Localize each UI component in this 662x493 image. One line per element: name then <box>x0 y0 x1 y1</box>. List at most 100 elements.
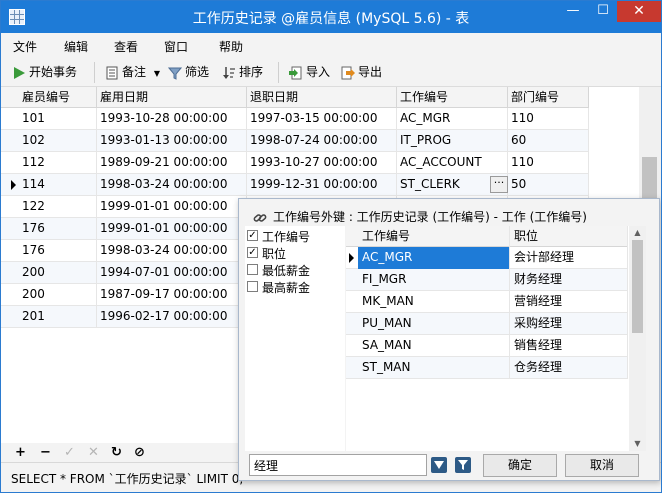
table-cell[interactable]: 1999-12-31 00:00:00 <box>247 174 397 196</box>
sort-button[interactable]: 排序 <box>222 64 263 82</box>
reference-row[interactable]: AC_MGR 会计部经理 <box>346 247 628 269</box>
apply-changes-button[interactable]: ✓ <box>64 445 75 460</box>
field-checkbox-item[interactable]: ✓ 职位 <box>247 245 343 262</box>
refresh-button[interactable]: ↻ <box>111 445 122 460</box>
table-cell[interactable]: 50 <box>508 174 589 196</box>
table-cell[interactable]: 102 <box>19 130 97 152</box>
table-cell[interactable]: 1996-02-17 00:00:00 <box>97 306 247 328</box>
minimize-button[interactable]: — <box>559 1 587 22</box>
table-cell[interactable]: 1993-10-27 00:00:00 <box>247 152 397 174</box>
reference-cell[interactable]: PU_MAN <box>358 313 510 335</box>
reference-cell[interactable]: 仓务经理 <box>510 357 628 379</box>
begin-transaction-button[interactable]: 开始事务 <box>12 64 77 82</box>
table-cell[interactable]: 1989-09-21 00:00:00 <box>97 152 247 174</box>
table-cell[interactable]: 1993-01-13 00:00:00 <box>97 130 247 152</box>
column-header[interactable]: 职位 <box>510 226 628 247</box>
menu-view[interactable]: 查看 <box>114 38 138 55</box>
menu-window[interactable]: 窗口 <box>164 38 188 55</box>
reference-row[interactable]: FI_MGR 财务经理 <box>346 269 628 291</box>
menu-edit[interactable]: 编辑 <box>64 38 88 55</box>
checkbox-checked-icon[interactable]: ✓ <box>247 230 258 241</box>
table-cell[interactable]: 101 <box>19 108 97 130</box>
table-cell[interactable]: 1998-03-24 00:00:00 <box>97 174 247 196</box>
table-row[interactable]: 101 1993-10-28 00:00:00 1997-03-15 00:00:0… <box>1 108 589 130</box>
table-cell[interactable]: 176 <box>19 240 97 262</box>
table-cell[interactable]: 201 <box>19 306 97 328</box>
reference-vertical-scrollbar[interactable]: ▲ ▼ <box>629 226 646 451</box>
table-cell[interactable]: AC_MGR <box>397 108 508 130</box>
reference-row[interactable]: PU_MAN 采购经理 <box>346 313 628 335</box>
column-header[interactable]: 退职日期 <box>247 87 397 108</box>
scrollbar-thumb[interactable] <box>632 240 643 333</box>
table-cell[interactable]: 1993-10-28 00:00:00 <box>97 108 247 130</box>
table-row[interactable]: 114 1998-03-24 00:00:00 1999-12-31 00:00:0… <box>1 174 589 196</box>
filter-search-button[interactable] <box>455 457 471 473</box>
column-header[interactable]: 工作编号 <box>397 87 508 108</box>
checkbox-unchecked-icon[interactable] <box>247 264 258 275</box>
table-cell[interactable]: IT_PROG <box>397 130 508 152</box>
table-cell[interactable]: AC_ACCOUNT <box>397 152 508 174</box>
table-cell[interactable]: 110 <box>508 152 589 174</box>
find-down-button[interactable] <box>431 457 447 473</box>
table-cell[interactable]: 1987-09-17 00:00:00 <box>97 284 247 306</box>
reference-row[interactable]: ST_MAN 仓务经理 <box>346 357 628 379</box>
cancel-button[interactable]: 取消 <box>565 454 639 477</box>
table-row[interactable]: 102 1993-01-13 00:00:00 1998-07-24 00:00:0… <box>1 130 589 152</box>
title-bar[interactable]: 工作历史记录 @雇员信息 (MySQL 5.6) - 表 — ☐ ✕ <box>1 1 661 33</box>
filter-button[interactable]: 筛选 <box>168 64 209 82</box>
export-button[interactable]: 导出 <box>341 64 382 82</box>
delete-record-button[interactable]: − <box>40 445 51 460</box>
maximize-button[interactable]: ☐ <box>589 1 617 22</box>
checkbox-unchecked-icon[interactable] <box>247 281 258 292</box>
ellipsis-button[interactable]: ··· <box>490 176 508 193</box>
reference-cell[interactable]: 财务经理 <box>510 269 628 291</box>
scroll-up-icon[interactable]: ▲ <box>629 226 646 240</box>
table-cell[interactable]: 122 <box>19 196 97 218</box>
column-header[interactable]: 部门编号 <box>508 87 589 108</box>
reference-cell[interactable]: AC_MGR <box>358 247 510 269</box>
table-cell[interactable]: 60 <box>508 130 589 152</box>
dropdown-arrow-icon[interactable]: ▼ <box>154 69 160 78</box>
discard-changes-button[interactable]: ✕ <box>88 445 99 460</box>
table-cell[interactable]: 1994-07-01 00:00:00 <box>97 262 247 284</box>
field-checkbox-item[interactable]: ✓ 工作编号 <box>247 228 343 245</box>
table-cell[interactable]: 200 <box>19 284 97 306</box>
reference-cell[interactable]: 营销经理 <box>510 291 628 313</box>
field-checkbox-item[interactable]: 最高薪金 <box>247 279 343 296</box>
column-header[interactable]: 工作编号 <box>358 226 510 247</box>
checkbox-checked-icon[interactable]: ✓ <box>247 247 258 258</box>
reference-cell[interactable]: 销售经理 <box>510 335 628 357</box>
table-cell[interactable]: 114 <box>19 174 97 196</box>
table-cell[interactable]: 176 <box>19 218 97 240</box>
reference-cell[interactable]: 采购经理 <box>510 313 628 335</box>
column-header[interactable]: 雇员编号 <box>19 87 97 108</box>
stop-button[interactable]: ⊘ <box>134 445 145 460</box>
column-header[interactable]: 雇用日期 <box>97 87 247 108</box>
ok-button[interactable]: 确定 <box>483 454 557 477</box>
table-cell[interactable]: 1998-03-24 00:00:00 <box>97 240 247 262</box>
reference-cell[interactable]: 会计部经理 <box>510 247 628 269</box>
menu-help[interactable]: 帮助 <box>219 38 243 55</box>
table-row[interactable]: 112 1989-09-21 00:00:00 1993-10-27 00:00:0… <box>1 152 589 174</box>
close-button[interactable]: ✕ <box>617 1 661 22</box>
search-input[interactable] <box>249 454 427 476</box>
reference-cell[interactable]: MK_MAN <box>358 291 510 313</box>
table-cell[interactable]: 112 <box>19 152 97 174</box>
table-cell[interactable]: 110 <box>508 108 589 130</box>
reference-cell[interactable]: ST_MAN <box>358 357 510 379</box>
field-checkbox-item[interactable]: 最低薪金 <box>247 262 343 279</box>
reference-row[interactable]: MK_MAN 营销经理 <box>346 291 628 313</box>
reference-cell[interactable]: SA_MAN <box>358 335 510 357</box>
table-cell[interactable]: 200 <box>19 262 97 284</box>
table-cell[interactable]: 1999-01-01 00:00:00 <box>97 218 247 240</box>
table-cell[interactable]: 1997-03-15 00:00:00 <box>247 108 397 130</box>
menu-file[interactable]: 文件 <box>13 38 37 55</box>
import-button[interactable]: 导入 <box>289 64 330 82</box>
reference-cell[interactable]: FI_MGR <box>358 269 510 291</box>
memo-button[interactable]: 备注 ▼ <box>105 64 160 82</box>
scroll-down-icon[interactable]: ▼ <box>629 437 646 451</box>
reference-row[interactable]: SA_MAN 销售经理 <box>346 335 628 357</box>
table-cell[interactable]: 1999-01-01 00:00:00 <box>97 196 247 218</box>
table-cell[interactable]: 1998-07-24 00:00:00 <box>247 130 397 152</box>
add-record-button[interactable]: + <box>15 445 26 460</box>
